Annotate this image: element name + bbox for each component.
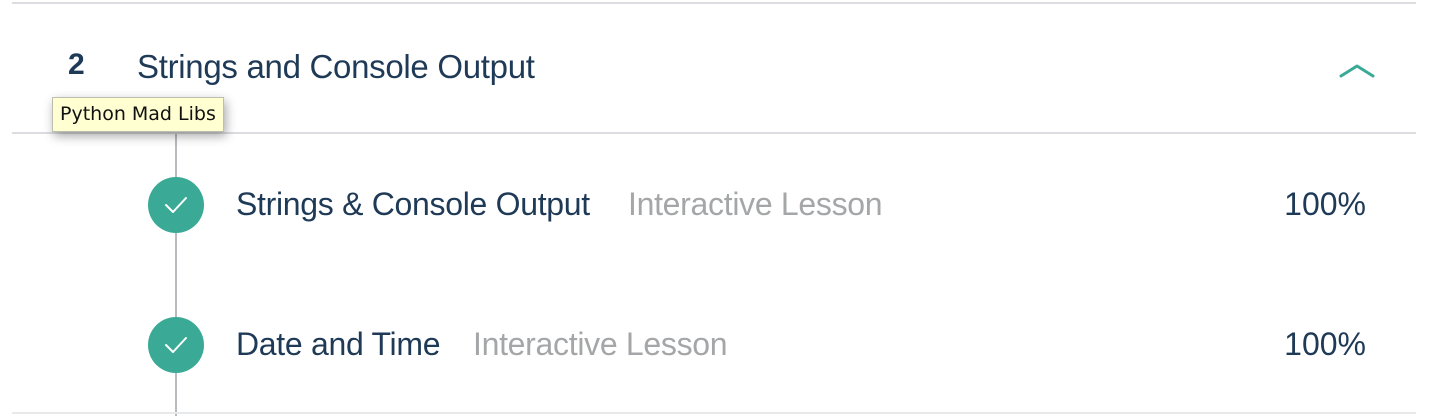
lesson-item[interactable]: Date and Time Interactive Lesson 100%: [140, 310, 1390, 380]
lesson-progress: 100%: [1284, 186, 1366, 222]
lesson-type: Interactive Lesson: [473, 326, 728, 362]
header-divider: [12, 132, 1416, 134]
lesson-progress: 100%: [1284, 326, 1366, 362]
unit-number: 2: [68, 48, 85, 81]
check-icon: [165, 337, 187, 353]
check-icon: [165, 197, 187, 213]
bottom-divider: [12, 412, 1416, 414]
unit-title[interactable]: Strings and Console Output: [137, 48, 535, 86]
tooltip: Python Mad Libs: [52, 97, 224, 132]
course-syllabus-page: 2 Strings and Console Output Strings & C…: [0, 0, 1434, 416]
lesson-type: Interactive Lesson: [628, 186, 883, 222]
lesson-title[interactable]: Strings & Console Output: [236, 186, 590, 223]
chevron-up-icon: [1339, 64, 1375, 78]
lesson-title[interactable]: Date and Time: [236, 326, 441, 363]
collapse-toggle-button[interactable]: [1332, 50, 1382, 86]
lesson-complete-badge: [148, 177, 204, 233]
lesson-complete-badge: [148, 317, 204, 373]
lesson-item[interactable]: Strings & Console Output Interactive Les…: [140, 170, 1390, 240]
